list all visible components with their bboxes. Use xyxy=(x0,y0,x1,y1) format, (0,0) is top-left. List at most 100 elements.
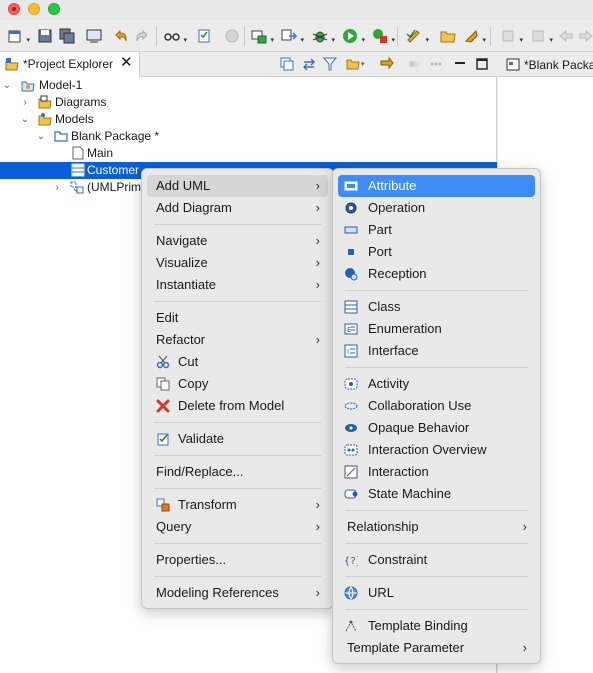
new-icon[interactable]: ▾ xyxy=(7,28,30,44)
menu-item-label: Enumeration xyxy=(368,321,442,336)
tree-item-models[interactable]: ⌄ Models xyxy=(0,111,497,128)
menu-item-state-machine[interactable]: State Machine xyxy=(338,483,535,505)
enumeration-icon: E xyxy=(344,323,358,335)
chevron-right-icon[interactable]: › xyxy=(52,180,62,195)
menu-item-interaction[interactable]: Interaction xyxy=(338,461,535,483)
minimize-view-icon[interactable] xyxy=(452,57,468,73)
disabled-nav-icon[interactable]: ▾ xyxy=(500,28,523,44)
menu-item-operation[interactable]: Operation xyxy=(338,197,535,219)
menu-item-collaboration-use[interactable]: Collaboration Use xyxy=(338,395,535,417)
menu-item-navigate[interactable]: Navigate › xyxy=(147,230,328,252)
console-icon[interactable] xyxy=(86,28,102,44)
menu-item-delete-from-model[interactable]: Delete from Model xyxy=(147,395,328,417)
tree-item-model-1[interactable]: ⌄ Model-1 xyxy=(0,77,497,94)
close-window-button[interactable] xyxy=(8,3,20,15)
menu-item-activity[interactable]: Activity xyxy=(338,373,535,395)
menu-item-label: Cut xyxy=(178,354,199,369)
menu-item-label: Relationship xyxy=(347,519,419,534)
menu-item-label: Visualize xyxy=(156,255,208,270)
diagram-tool-icon[interactable]: ▾ xyxy=(251,28,274,44)
sync-icon[interactable] xyxy=(379,56,395,73)
menu-item-label: Find/Replace... xyxy=(156,464,244,479)
menu-item-refactor[interactable]: Refactor › xyxy=(147,329,328,351)
svg-text:I: I xyxy=(347,348,349,356)
chevron-down-icon[interactable]: ⌄ xyxy=(36,129,46,144)
tree-item-main[interactable]: Main xyxy=(0,145,497,162)
annotation-icon[interactable]: ▾ xyxy=(406,28,429,44)
glasses-icon[interactable]: ▾ xyxy=(164,28,187,44)
tree-item-diagrams[interactable]: › Diagrams xyxy=(0,94,497,111)
menu-item-properties[interactable]: Properties... xyxy=(147,549,328,571)
collapse-all-icon[interactable] xyxy=(279,57,295,73)
view-menu-icon[interactable] xyxy=(428,57,444,73)
transform-tool-icon[interactable]: ▾ xyxy=(281,28,304,44)
menu-item-enumeration[interactable]: E Enumeration xyxy=(338,318,535,340)
menu-item-interaction-overview[interactable]: Interaction Overview xyxy=(338,439,535,461)
menu-item-class[interactable]: Class xyxy=(338,296,535,318)
menu-item-reception[interactable]: Reception xyxy=(338,263,535,285)
models-folder-icon xyxy=(38,113,52,126)
working-set-icon[interactable]: ▾ xyxy=(345,57,365,73)
disabled-view-icon[interactable] xyxy=(406,57,422,73)
menu-item-visualize[interactable]: Visualize › xyxy=(147,252,328,274)
minimize-window-button[interactable] xyxy=(28,3,40,15)
menu-item-interface[interactable]: I Interface xyxy=(338,340,535,362)
tab-blank-package-editor[interactable]: *Blank Packa xyxy=(498,52,593,77)
open-folder-icon[interactable] xyxy=(440,28,456,44)
menu-item-query[interactable]: Query › xyxy=(147,516,328,538)
menu-item-label: Instantiate xyxy=(156,277,216,292)
menu-item-opaque-behavior[interactable]: Opaque Behavior xyxy=(338,417,535,439)
tree-item-label: Blank Package * xyxy=(71,129,160,143)
menu-item-cut[interactable]: Cut xyxy=(147,351,328,373)
menu-item-relationship[interactable]: Relationship › xyxy=(338,516,535,538)
debug-icon[interactable]: ▾ xyxy=(312,28,335,44)
menu-item-label: Edit xyxy=(156,310,179,325)
menu-item-attribute[interactable]: Attribute xyxy=(338,175,535,197)
disabled-next-icon[interactable]: ▾ xyxy=(530,28,553,44)
menu-item-find-replace[interactable]: Find/Replace... xyxy=(147,461,328,483)
save-icon[interactable] xyxy=(37,28,53,44)
menu-item-copy[interactable]: Copy xyxy=(147,373,328,395)
undo-icon[interactable] xyxy=(113,28,129,44)
menu-item-template-parameter[interactable]: Template Parameter › xyxy=(338,637,535,659)
menu-item-port[interactable]: Port xyxy=(338,241,535,263)
menu-item-url[interactable]: URL xyxy=(338,582,535,604)
menu-item-label: Add UML xyxy=(156,178,211,193)
filter-icon[interactable] xyxy=(322,57,338,73)
external-run-icon[interactable]: ▾ xyxy=(372,28,395,44)
launch-icon[interactable]: ▾ xyxy=(463,28,486,44)
menu-item-add-uml[interactable]: Add UML › xyxy=(147,175,328,197)
chevron-right-icon[interactable]: › xyxy=(20,95,30,110)
zoom-window-button[interactable] xyxy=(48,3,60,15)
back-icon[interactable] xyxy=(558,28,574,44)
tree-item-blank-package[interactable]: ⌄ Blank Package * xyxy=(0,128,497,145)
menu-item-template-binding[interactable]: Template Binding xyxy=(338,615,535,637)
run-icon[interactable]: ▾ xyxy=(342,28,365,44)
menu-item-label: Activity xyxy=(368,376,410,391)
disabled-tool-icon[interactable] xyxy=(224,28,240,44)
menu-item-label: Attribute xyxy=(368,178,417,193)
diagrams-folder-icon xyxy=(38,95,52,109)
forward-icon[interactable] xyxy=(578,28,593,44)
close-icon[interactable]: ✕ xyxy=(120,55,133,71)
tab-project-explorer[interactable]: *Project Explorer ✕ xyxy=(0,52,140,77)
interaction-overview-icon xyxy=(344,444,358,456)
menu-item-validate[interactable]: Validate xyxy=(147,428,328,450)
copy-icon xyxy=(156,377,170,391)
checklist-icon[interactable] xyxy=(196,28,212,44)
link-editor-icon[interactable] xyxy=(301,57,317,73)
menu-item-constraint[interactable]: {?} Constraint xyxy=(338,549,535,571)
save-all-icon[interactable] xyxy=(59,28,75,44)
menu-item-edit[interactable]: Edit xyxy=(147,307,328,329)
maximize-view-icon[interactable] xyxy=(474,57,490,73)
chevron-down-icon[interactable]: ⌄ xyxy=(2,78,12,93)
menu-item-part[interactable]: Part xyxy=(338,219,535,241)
redo-icon[interactable] xyxy=(134,28,150,44)
menu-item-transform[interactable]: Transform › xyxy=(147,494,328,516)
menu-item-instantiate[interactable]: Instantiate › xyxy=(147,274,328,296)
add-uml-submenu: Attribute Operation Part Port Reception … xyxy=(332,168,541,664)
menu-item-add-diagram[interactable]: Add Diagram › xyxy=(147,197,328,219)
chevron-down-icon[interactable]: ⌄ xyxy=(20,112,30,127)
opaque-behavior-icon xyxy=(345,424,357,432)
menu-item-modeling-references[interactable]: Modeling References › xyxy=(147,582,328,604)
